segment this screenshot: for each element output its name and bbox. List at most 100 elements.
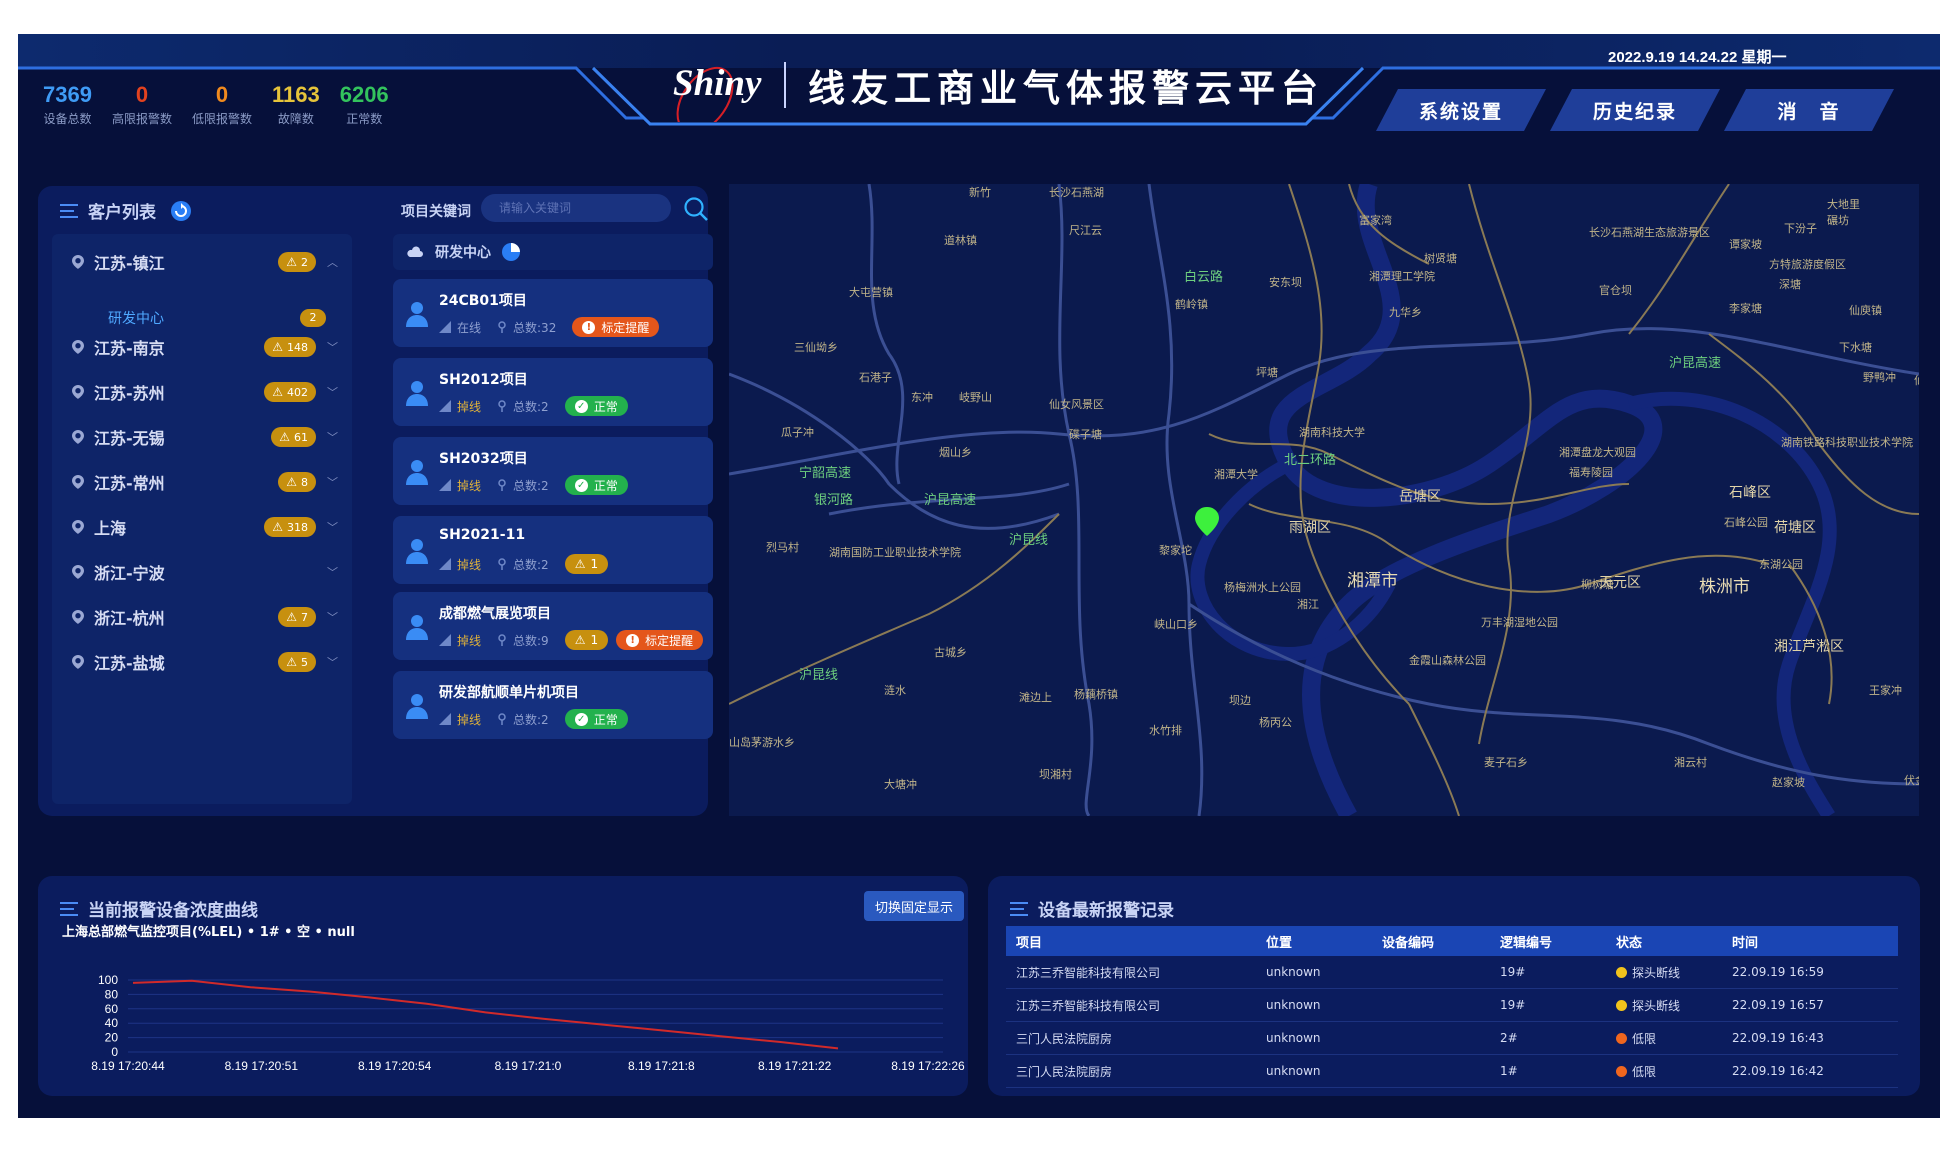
map-label: 道林镇	[944, 234, 977, 247]
mute-button[interactable]: 消 音	[1724, 89, 1894, 131]
status-tag: ✓ 正常	[564, 396, 628, 416]
chevron-down-icon[interactable]: ﹀	[327, 429, 338, 445]
cell-project: 三门人民法院厨房	[1016, 1031, 1113, 1046]
alert-icon: !	[626, 633, 640, 647]
project-name: SH2032项目	[439, 451, 528, 467]
signal-icon	[439, 713, 451, 725]
stats-bar: 7369 设备总数 0 高限报警数 0 低限报警数 1163 故障数 6206 正常数	[43, 82, 409, 127]
map-label: 伏金	[1904, 774, 1919, 787]
map-label: 坝边	[1229, 694, 1251, 707]
map-label: 富家湾	[1359, 214, 1392, 227]
map-label: 新竹	[969, 186, 991, 199]
stat-label: 低限报警数	[191, 112, 252, 126]
map-label: 仙女风景区	[1049, 398, 1104, 411]
status-dot	[1616, 1032, 1627, 1044]
stat-value: 0	[215, 82, 229, 107]
department-header[interactable]: 研发中心	[393, 234, 713, 270]
map-label: 东冲	[911, 391, 933, 404]
x-tick-label: 8.19 17:20:54	[358, 1059, 432, 1073]
location-pin-icon	[72, 340, 84, 354]
table-row[interactable]: 三门人民法院厨房 unknown 1# 低限 22.09.19 16:42	[1006, 1055, 1898, 1088]
location-pin-icon	[72, 475, 84, 489]
status-tag-text: 正常	[593, 399, 618, 414]
device-icon	[498, 479, 506, 491]
stat-value: 7369	[43, 82, 92, 107]
table-row[interactable]: 三门人民法院厨房 unknown 2# 低限 22.09.19 16:43	[1006, 1022, 1898, 1055]
department-name: 研发中心	[435, 245, 491, 261]
chevron-down-icon[interactable]: ﹀	[327, 609, 338, 625]
project-card[interactable]: SH2012项目 掉线 总数:2 ✓ 正常	[393, 358, 713, 426]
alert-icon: !	[582, 320, 596, 334]
project-card[interactable]: SH2021-11 掉线 总数:2 ⚠ 1	[393, 516, 713, 584]
signal-icon	[439, 558, 451, 570]
map-label: 烟山乡	[939, 446, 972, 459]
project-name: SH2021-11	[439, 527, 526, 543]
region-item[interactable]: 浙江-宁波 ﹀	[72, 557, 342, 587]
project-card[interactable]: 24CB01项目 在线 总数:32! 标定提醒	[393, 279, 713, 347]
sub-item-rd-center[interactable]: 研发中心 2	[108, 306, 338, 330]
cell-logic-number: 19#	[1500, 965, 1526, 979]
region-item[interactable]: 浙江-杭州 ⚠ 7 ﹀	[72, 602, 342, 632]
col-device-code: 设备编码	[1382, 935, 1435, 951]
warning-badge: ⚠ 2	[278, 252, 316, 272]
region-item[interactable]: 江苏-常州 ⚠ 8 ﹀	[72, 467, 342, 497]
map-label: 湖南国防工业职业技术学院	[829, 546, 961, 559]
cloud-icon	[407, 246, 423, 257]
region-item[interactable]: 江苏-南京 ⚠ 148 ﹀	[72, 332, 342, 362]
stat-value: 0	[135, 82, 149, 107]
chevron-down-icon[interactable]: ﹀	[327, 474, 338, 490]
online-status: 在线	[457, 320, 482, 335]
region-item[interactable]: 上海 ⚠ 318 ﹀	[72, 512, 342, 542]
online-status: 掉线	[457, 399, 482, 414]
keyword-input[interactable]	[481, 194, 671, 222]
table-row[interactable]: 江苏三乔智能科技有限公司 unknown 19# 探头断线 22.09.19 16:57	[1006, 989, 1898, 1022]
map-label: 雨湖区	[1289, 520, 1331, 536]
map-view[interactable]: 新竹 长沙石燕湖 大地里 碾坊 道林镇 尺江云 富家湾 下汾子 长沙石燕湖生态旅游景区 谭家坡 方特…	[729, 184, 1919, 816]
warning-count: 5	[301, 655, 308, 669]
warning-badge: ⚠ 148	[264, 337, 316, 357]
system-settings-button[interactable]: 系统设置	[1376, 89, 1546, 131]
map-label: 湘云村	[1674, 756, 1707, 769]
nav-label: 历史纪录	[1592, 100, 1677, 123]
search-icon[interactable]	[683, 196, 709, 222]
region-item[interactable]: 江苏-盐城 ⚠ 5 ﹀	[72, 647, 342, 677]
map-label: 方特旅游度假区	[1769, 258, 1846, 271]
status-tag-text: 标定提醒	[601, 320, 650, 335]
refresh-icon[interactable]	[170, 200, 192, 222]
status-dot	[1616, 999, 1627, 1011]
region-item[interactable]: 江苏-苏州 ⚠ 402 ﹀	[72, 377, 342, 407]
status-tag: ! 标定提醒	[572, 317, 660, 337]
warning-icon: ⚠	[272, 520, 283, 534]
region-item[interactable]: 江苏-无锡 ⚠ 61 ﹀	[72, 422, 342, 452]
chevron-down-icon[interactable]: ﹀	[327, 339, 338, 355]
table-row[interactable]: 江苏三乔智能科技有限公司 unknown 19# 探头断线 22.09.19 16:59	[1006, 956, 1898, 989]
cell-time: 22.09.19 16:59	[1732, 965, 1824, 979]
history-record-button[interactable]: 历史纪录	[1550, 89, 1720, 131]
chevron-down-icon[interactable]: ﹀	[327, 384, 338, 400]
map-label: 仙庾	[1914, 372, 1919, 388]
warning-icon: ⚠	[574, 557, 586, 571]
warning-badge: ⚠ 402	[264, 382, 316, 402]
signal-icon	[439, 321, 451, 333]
chevron-up-icon[interactable]: ︿	[327, 254, 338, 270]
map-label: 湖南铁路科技职业技术学院	[1781, 436, 1913, 449]
chevron-down-icon[interactable]: ﹀	[327, 519, 338, 535]
map-label: 李家塘	[1729, 302, 1762, 315]
project-card[interactable]: 研发部航顺单片机项目 掉线 总数:2 ✓ 正常	[393, 671, 713, 739]
region-name: 江苏-盐城	[94, 654, 165, 673]
online-status: 掉线	[457, 712, 482, 727]
warning-icon: ⚠	[286, 255, 297, 269]
project-card[interactable]: 成都燃气展览项目 掉线 总数:9 ⚠ 1! 标定提醒	[393, 592, 713, 660]
status-tag-text: 正常	[593, 478, 618, 493]
chevron-down-icon[interactable]: ﹀	[327, 564, 338, 580]
warning-icon: ⚠	[286, 475, 297, 489]
map-label: 下汾子	[1784, 222, 1817, 235]
sub-item-count: 2	[300, 309, 326, 327]
map-label: 岳塘区	[1399, 489, 1441, 505]
chevron-down-icon[interactable]: ﹀	[327, 654, 338, 670]
map-label: 涟水	[884, 684, 906, 697]
region-name: 江苏-苏州	[94, 384, 165, 403]
device-icon	[498, 321, 506, 333]
region-item[interactable]: 江苏-镇江 ⚠ 2 ︿	[72, 247, 342, 277]
project-card[interactable]: SH2032项目 掉线 总数:2 ✓ 正常	[393, 437, 713, 505]
